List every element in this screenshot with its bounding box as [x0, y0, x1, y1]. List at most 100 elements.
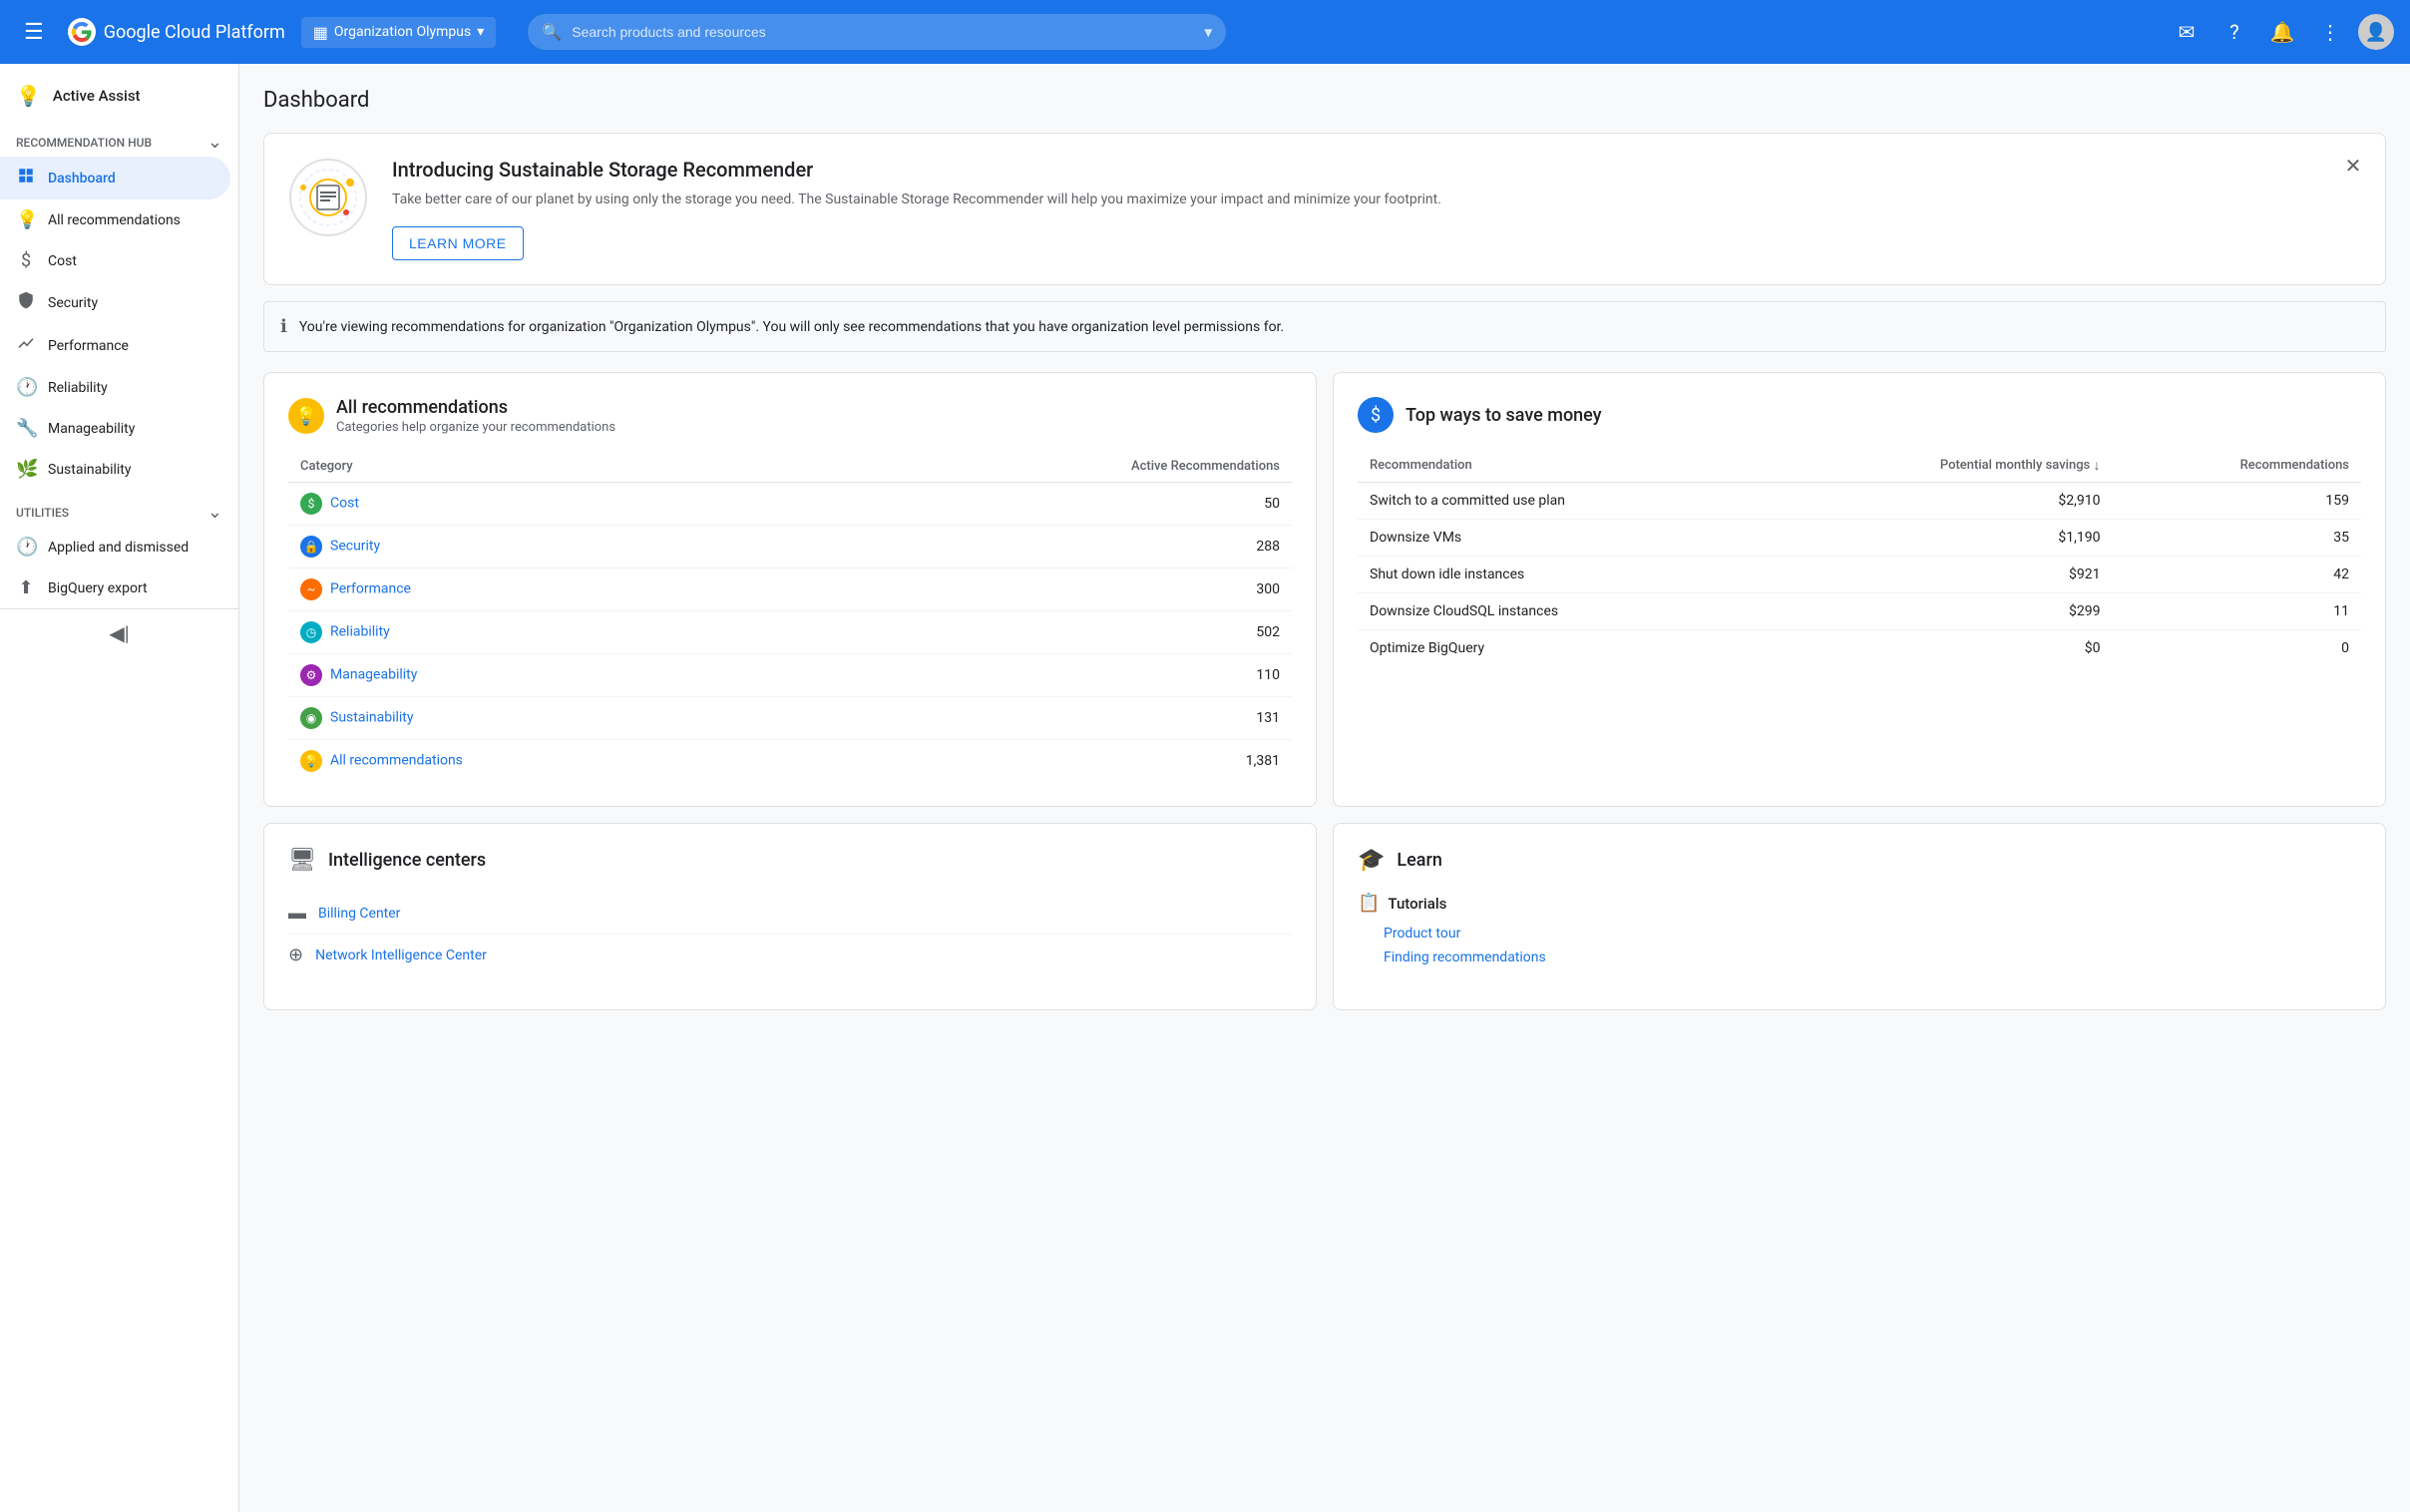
- table-row[interactable]: Downsize VMs$1,19035: [1358, 520, 2361, 557]
- learn-section-icon: 📋: [1358, 893, 1380, 914]
- col-recommendation: Recommendation: [1358, 449, 1768, 483]
- table-row[interactable]: Downsize CloudSQL instances$29911: [1358, 593, 2361, 630]
- savings-label: Downsize CloudSQL instances: [1358, 593, 1768, 630]
- sidebar-item-sustainability[interactable]: 🌿 Sustainability: [0, 449, 230, 490]
- savings-amount: $2,910: [1768, 483, 2112, 520]
- all-recommendations-card: 💡 All recommendations Categories help or…: [263, 372, 1317, 807]
- learn-card: 🎓 Learn 📋TutorialsProduct tourFinding re…: [1333, 823, 2386, 1010]
- category-icon: 🔒: [300, 536, 322, 558]
- email-icon-button[interactable]: ✉: [2167, 12, 2207, 52]
- recommendation-count: 288: [809, 526, 1292, 568]
- search-input[interactable]: [528, 14, 1226, 50]
- nav-actions: ✉ ? 🔔 ⋮ 👤: [2167, 12, 2394, 52]
- org-icon: ▦: [313, 23, 328, 42]
- sustainability-icon: 🌿: [16, 459, 36, 480]
- table-row[interactable]: 🔒 Security 288: [288, 526, 1292, 568]
- table-row[interactable]: ◷Reliability502: [288, 611, 1292, 654]
- cards-row: 💡 All recommendations Categories help or…: [263, 372, 2386, 807]
- sidebar-item-label: Dashboard: [48, 171, 116, 187]
- table-row[interactable]: ◉Sustainability131: [288, 697, 1292, 740]
- card-title: All recommendations: [336, 397, 615, 418]
- table-row[interactable]: 💡All recommendations1,381: [288, 740, 1292, 783]
- applied-dismissed-icon: 🕐: [16, 537, 36, 558]
- category-label: Manageability: [330, 667, 417, 683]
- more-options-button[interactable]: ⋮: [2310, 12, 2350, 52]
- reliability-icon: 🕐: [16, 377, 36, 398]
- sort-icon[interactable]: ↓: [2094, 458, 2101, 474]
- org-dropdown-icon: ▾: [477, 24, 484, 40]
- category-icon: 💡: [300, 750, 322, 772]
- active-assist-icon: 💡: [16, 84, 41, 108]
- card-subtitle: Categories help organize your recommenda…: [336, 420, 615, 435]
- learn-link[interactable]: Finding recommendations: [1358, 945, 2361, 969]
- app-logo-text: Google Cloud Platform: [104, 22, 285, 43]
- banner-close-button[interactable]: ✕: [2337, 150, 2369, 182]
- intel-item-icon: ⊕: [288, 945, 303, 965]
- learn-more-button[interactable]: LEARN MORE: [392, 226, 524, 260]
- col-count: Recommendations: [2113, 449, 2362, 483]
- active-assist-label: Active Assist: [53, 87, 141, 105]
- recommendations-table: Category Active Recommendations $Cost50🔒…: [288, 451, 1292, 782]
- main-content: Dashboard Introducing: [239, 64, 2410, 1512]
- sidebar-item-label: Cost: [48, 253, 77, 269]
- recommendation-count: 502: [809, 611, 1292, 654]
- banner-content: Introducing Sustainable Storage Recommen…: [392, 158, 2361, 260]
- cost-icon: $: [16, 250, 36, 271]
- info-bar-text: You're viewing recommendations for organ…: [299, 319, 1284, 335]
- recommendation-hub-label: Recommendation Hub: [16, 136, 152, 150]
- sidebar-item-label: Sustainability: [48, 462, 131, 478]
- user-avatar[interactable]: 👤: [2358, 14, 2394, 50]
- savings-amount: $0: [1768, 630, 2112, 667]
- recommendation-count: 50: [809, 483, 1292, 526]
- org-selector[interactable]: ▦ Organization Olympus ▾: [301, 17, 497, 48]
- recommendation-hub-section[interactable]: Recommendation Hub ⌄: [0, 120, 238, 157]
- savings-label: Shut down idle instances: [1358, 557, 1768, 593]
- sidebar-item-cost[interactable]: $ Cost: [0, 240, 230, 281]
- sidebar-item-dashboard[interactable]: Dashboard: [0, 157, 230, 199]
- sidebar-item-manageability[interactable]: 🔧 Manageability: [0, 408, 230, 449]
- table-row[interactable]: $Cost50: [288, 483, 1292, 526]
- search-icon: 🔍: [542, 23, 562, 42]
- sidebar-active-assist: 💡 Active Assist: [0, 64, 238, 120]
- search-dropdown-icon[interactable]: ▾: [1204, 23, 1212, 42]
- table-row[interactable]: ⚙Manageability110: [288, 654, 1292, 697]
- sidebar-item-bigquery-export[interactable]: ⬆ BigQuery export: [0, 567, 230, 608]
- sidebar-item-performance[interactable]: Performance: [0, 324, 230, 367]
- sidebar-item-all-recommendations[interactable]: 💡 All recommendations: [0, 199, 230, 240]
- savings-amount: $1,190: [1768, 520, 2112, 557]
- sidebar-item-reliability[interactable]: 🕐 Reliability: [0, 367, 230, 408]
- info-bar: ℹ You're viewing recommendations for org…: [263, 301, 2386, 352]
- savings-label: Optimize BigQuery: [1358, 630, 1768, 667]
- learn-sections: 📋Tutorials Product tourFinding recommenda…: [1358, 893, 2361, 969]
- category-label: Security: [330, 539, 380, 555]
- savings-table: Recommendation Potential monthly savings…: [1358, 449, 2361, 666]
- intel-item-label: Network Intelligence Center: [315, 947, 487, 963]
- table-row[interactable]: Optimize BigQuery$00: [1358, 630, 2361, 667]
- help-icon-button[interactable]: ?: [2214, 12, 2254, 52]
- utilities-section[interactable]: Utilities ⌄: [0, 490, 238, 527]
- learn-link[interactable]: Product tour: [1358, 922, 2361, 945]
- table-row[interactable]: ~Performance300: [288, 568, 1292, 611]
- sidebar-item-security[interactable]: Security: [0, 281, 230, 324]
- search-container: 🔍 ▾: [528, 14, 1226, 50]
- hamburger-button[interactable]: ☰: [16, 12, 52, 53]
- learn-icon: 🎓: [1358, 848, 1385, 873]
- savings-icon: $: [1358, 397, 1394, 433]
- notifications-icon-button[interactable]: 🔔: [2262, 12, 2302, 52]
- table-row[interactable]: Shut down idle instances$92142: [1358, 557, 2361, 593]
- learn-section-title: 📋Tutorials: [1358, 893, 2361, 914]
- sidebar-item-applied-dismissed[interactable]: 🕐 Applied and dismissed: [0, 527, 230, 567]
- col-savings: Potential monthly savings ↓: [1768, 449, 2112, 483]
- category-label: Reliability: [330, 624, 390, 640]
- sidebar-collapse-button[interactable]: ◀|: [0, 608, 238, 657]
- category-icon: ⚙: [300, 664, 322, 686]
- category-label: Sustainability: [330, 710, 413, 726]
- savings-count: 0: [2113, 630, 2362, 667]
- intelligence-centers-card: 🖥 Intelligence centers ▬Billing Center⊕N…: [263, 823, 1317, 1010]
- sustainable-storage-banner: Introducing Sustainable Storage Recommen…: [263, 133, 2386, 285]
- table-row[interactable]: Switch to a committed use plan$2,910159: [1358, 483, 2361, 520]
- col-active: Active Recommendations: [809, 451, 1292, 483]
- intelligence-center-item[interactable]: ▬Billing Center: [288, 893, 1292, 935]
- intelligence-centers-list: ▬Billing Center ⊕ Network Intelligence Cen…: [288, 893, 1292, 975]
- intelligence-center-item[interactable]: ⊕ Network Intelligence Center: [288, 935, 1292, 975]
